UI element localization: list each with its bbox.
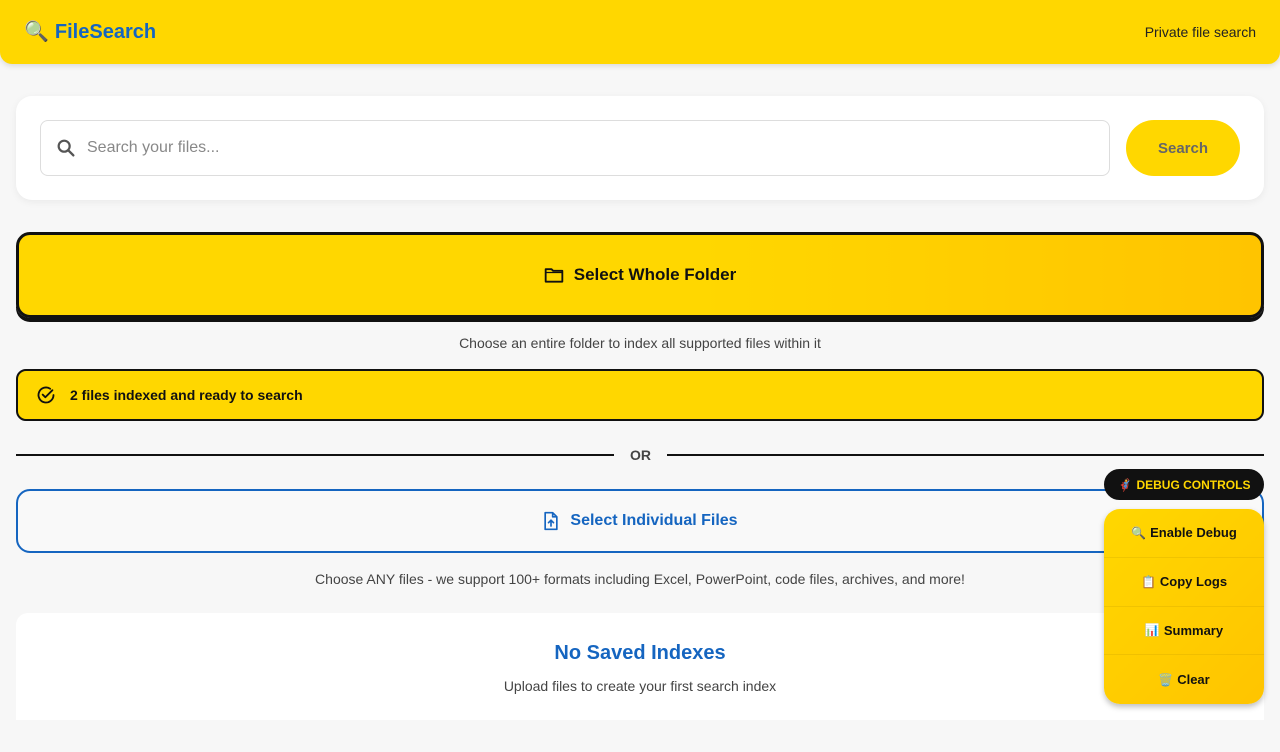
magnifier-icon: 🔍 (24, 21, 49, 43)
debug-item-label: Summary (1163, 622, 1224, 638)
debug-item-label: Enable Debug (1150, 525, 1237, 541)
file-upload-icon (544, 511, 559, 531)
select-files-label: Select Individual Files (570, 512, 738, 529)
bar-chart-icon: 📊 (1144, 623, 1160, 638)
magnifier-icon: 🔍 (1131, 525, 1147, 540)
saved-indexes-card: No Saved Indexes Upload files to create … (16, 613, 1264, 720)
index-status-bar: 2 files indexed and ready to search (16, 369, 1264, 421)
debug-item-label: Copy Logs (1159, 574, 1228, 590)
search-card: Search (16, 96, 1264, 200)
folder-help-text: Choose an entire folder to index all sup… (459, 335, 821, 351)
app-header: 🔍 FileSearch Private file search (0, 0, 1280, 64)
check-circle-icon (37, 386, 55, 404)
select-files-button[interactable]: Select Individual Files (16, 489, 1264, 553)
search-input[interactable] (87, 139, 1047, 157)
saved-indexes-title: No Saved Indexes (554, 642, 726, 664)
folder-icon (544, 268, 563, 283)
header-tagline: Private file search (1144, 24, 1256, 40)
select-folder-button[interactable]: Select Whole Folder (16, 232, 1264, 318)
debug-enable-button[interactable]: 🔍 Enable Debug (1104, 509, 1264, 558)
select-folder-label: Select Whole Folder (573, 265, 737, 284)
trash-icon: 🗑️ (1158, 672, 1174, 687)
brand[interactable]: 🔍 FileSearch (24, 21, 156, 44)
debug-clear-button[interactable]: 🗑️ Clear (1104, 655, 1264, 704)
divider-line-left (16, 454, 614, 456)
clipboard-icon: 📋 (1140, 574, 1156, 589)
hero-icon: 🦸 (1117, 477, 1133, 492)
or-divider-label: OR (630, 447, 651, 463)
search-button[interactable]: Search (1126, 120, 1240, 176)
debug-copy-logs-button[interactable]: 📋 Copy Logs (1104, 558, 1264, 607)
debug-panel: 🔍 Enable Debug 📋 Copy Logs 📊 Summary 🗑️ … (1104, 509, 1264, 704)
debug-summary-button[interactable]: 📊 Summary (1104, 607, 1264, 656)
index-status-text: 2 files indexed and ready to search (70, 387, 303, 403)
search-box[interactable] (40, 120, 1110, 176)
files-help-text: Choose ANY files - we support 100+ forma… (315, 571, 965, 587)
saved-indexes-subtitle: Upload files to create your first search… (503, 678, 777, 694)
debug-item-label: Clear (1177, 672, 1210, 688)
divider-line-right (667, 454, 1264, 456)
search-icon (57, 139, 75, 157)
debug-controls-label: DEBUG CONTROLS (1136, 477, 1251, 492)
debug-controls-toggle[interactable]: 🦸 DEBUG CONTROLS (1104, 469, 1264, 500)
brand-name: FileSearch (54, 20, 157, 43)
